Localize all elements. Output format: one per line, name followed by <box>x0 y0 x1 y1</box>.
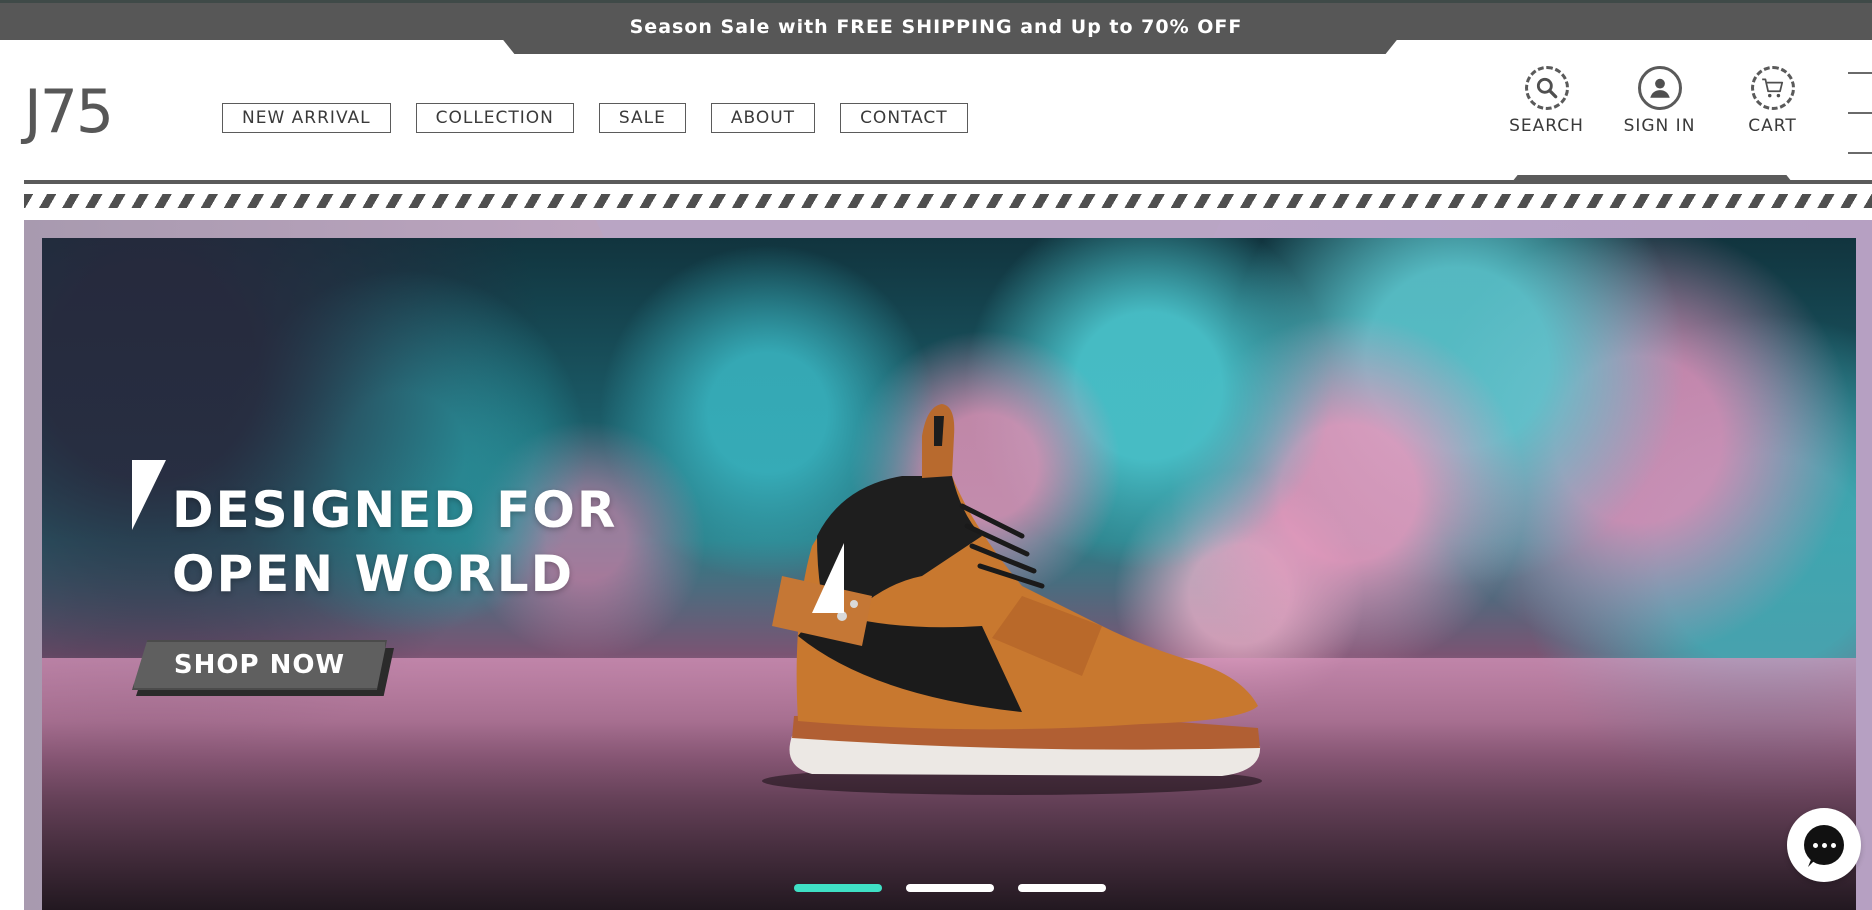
main-nav: NEW ARRIVAL COLLECTION SALE ABOUT CONTAC… <box>222 103 968 133</box>
nav-sale[interactable]: SALE <box>598 103 686 133</box>
cart-icon <box>1750 66 1795 110</box>
hero-title-line-1: DESIGNED FOR <box>172 481 618 539</box>
sign-in-label: SIGN IN <box>1623 116 1696 136</box>
carousel-dot-1[interactable] <box>794 884 882 892</box>
search-label: SEARCH <box>1509 116 1584 136</box>
shop-now-button[interactable]: SHOP NOW <box>132 640 387 690</box>
chat-icon <box>1804 825 1844 865</box>
hero-banner: DESIGNED FOR OPEN WORLD SHOP NOW <box>42 238 1856 910</box>
search-icon <box>1524 66 1569 110</box>
header-divider <box>24 180 1872 184</box>
cart-label: CART <box>1748 116 1797 136</box>
hero-title-accent <box>132 460 166 530</box>
announcement-text: Season Sale with FREE SHIPPING and Up to… <box>629 16 1243 38</box>
hero-title: DESIGNED FOR OPEN WORLD <box>172 478 732 606</box>
hero-boot-image <box>762 404 1262 795</box>
carousel-dot-3[interactable] <box>1018 884 1106 892</box>
announcement-bar-tab <box>500 36 1400 54</box>
cart-button[interactable]: CART <box>1716 66 1829 136</box>
carousel-dot-2[interactable] <box>906 884 994 892</box>
brand-logo[interactable]: J75 <box>24 82 114 142</box>
user-icon <box>1637 66 1682 110</box>
carousel-dots <box>794 884 1106 892</box>
header-actions: SEARCH SIGN IN CART <box>1490 66 1829 136</box>
sign-in-button[interactable]: SIGN IN <box>1603 66 1716 136</box>
nav-collection[interactable]: COLLECTION <box>415 103 574 133</box>
nav-new-arrival[interactable]: NEW ARRIVAL <box>222 103 391 133</box>
chat-button[interactable] <box>1787 808 1861 882</box>
nav-contact[interactable]: CONTACT <box>840 103 968 133</box>
search-button[interactable]: SEARCH <box>1490 66 1603 136</box>
nav-about[interactable]: ABOUT <box>710 103 816 133</box>
hamburger-icon[interactable] <box>1848 72 1872 156</box>
hazard-stripes <box>24 194 1872 208</box>
hero-title-line-2: OPEN WORLD <box>172 545 575 603</box>
